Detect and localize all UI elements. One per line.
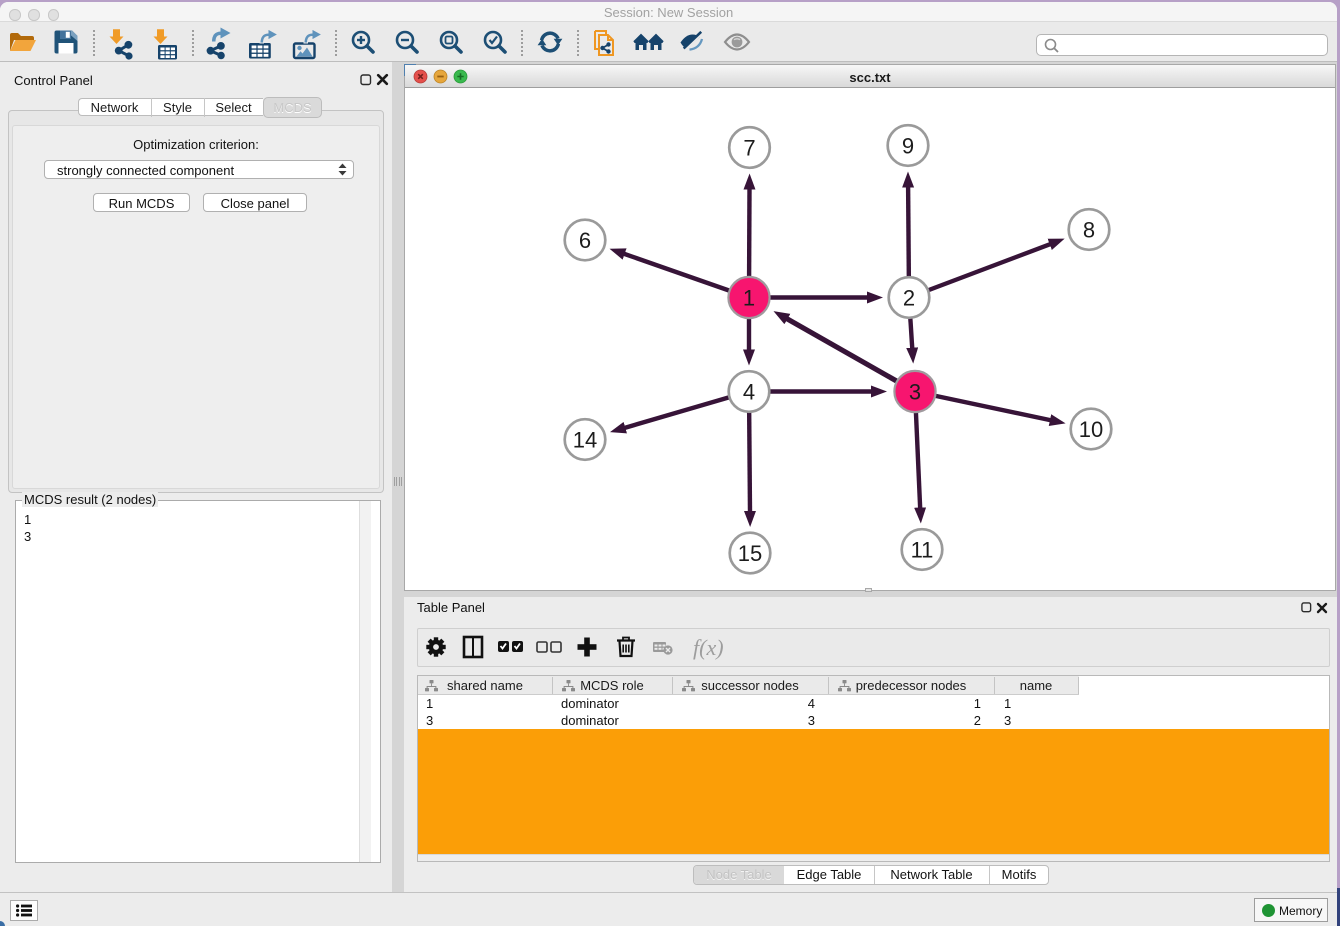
svg-text:3: 3 bbox=[909, 380, 921, 405]
svg-text:1: 1 bbox=[743, 286, 755, 311]
svg-text:4: 4 bbox=[743, 380, 755, 405]
svg-text:14: 14 bbox=[573, 428, 597, 453]
svg-text:f(x): f(x) bbox=[693, 635, 724, 660]
svg-text:10: 10 bbox=[1079, 417, 1103, 442]
svg-text:9: 9 bbox=[902, 134, 914, 159]
svg-text:11: 11 bbox=[911, 538, 934, 563]
svg-text:2: 2 bbox=[903, 286, 915, 311]
svg-text:8: 8 bbox=[1083, 218, 1095, 243]
svg-text:15: 15 bbox=[738, 541, 762, 566]
svg-text:7: 7 bbox=[743, 136, 755, 161]
svg-text:6: 6 bbox=[579, 228, 591, 253]
